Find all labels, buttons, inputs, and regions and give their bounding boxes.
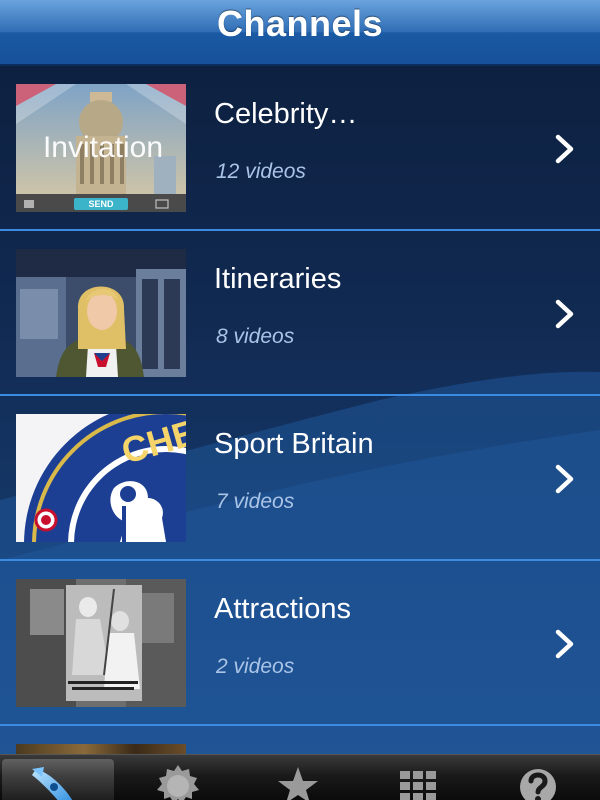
badge-icon: [157, 765, 199, 800]
thumbnail-send-button: SEND: [88, 199, 114, 209]
channel-title: Itineraries: [214, 263, 342, 295]
channel-video-count: 2 videos: [216, 655, 295, 678]
tab-favorites[interactable]: [242, 759, 354, 800]
tab-grid[interactable]: [362, 759, 474, 800]
page-title: Channels: [216, 3, 384, 44]
presenter-thumbnail: [16, 249, 186, 377]
invitation-thumbnail: SEND Invitation: [16, 84, 186, 212]
chevron-right-icon: [555, 629, 574, 659]
channel-list: SEND Invitation Celebrity… 12 videos Iti…: [0, 66, 600, 766]
grid-icon: [400, 771, 436, 800]
tab-help[interactable]: [482, 759, 594, 800]
chelsea-crest-thumbnail: CHELS: [16, 414, 186, 542]
tab-bar: [0, 754, 600, 800]
navigation-bar: Channels: [0, 0, 600, 66]
tab-rocket[interactable]: [2, 759, 114, 800]
channel-video-count: 7 videos: [216, 490, 295, 513]
channel-video-count: 8 videos: [216, 325, 295, 348]
thumbnail-caption: Invitation: [43, 131, 163, 164]
channel-title: Sport Britain: [214, 428, 374, 460]
channel-row-itineraries[interactable]: Itineraries 8 videos: [0, 231, 600, 396]
channel-row-celebrity[interactable]: SEND Invitation Celebrity… 12 videos: [0, 66, 600, 231]
channel-row-sport-britain[interactable]: CHELS Sport Britain 7 videos: [0, 396, 600, 561]
channels-screen: Channels SEND Invitation Celebrity… 12 v…: [0, 0, 600, 800]
chevron-right-icon: [555, 464, 574, 494]
vintage-photo-thumbnail: [16, 579, 186, 707]
rocket-icon: [32, 767, 73, 800]
chevron-right-icon: [555, 299, 574, 329]
star-icon: [278, 767, 318, 800]
channel-video-count: 12 videos: [216, 160, 306, 183]
channel-title: Attractions: [214, 593, 351, 625]
channel-title: Celebrity…: [214, 98, 358, 130]
channel-row-attractions[interactable]: Attractions 2 videos: [0, 561, 600, 726]
help-icon: [520, 769, 556, 800]
tab-badge[interactable]: [122, 759, 234, 800]
chevron-right-icon: [555, 134, 574, 164]
